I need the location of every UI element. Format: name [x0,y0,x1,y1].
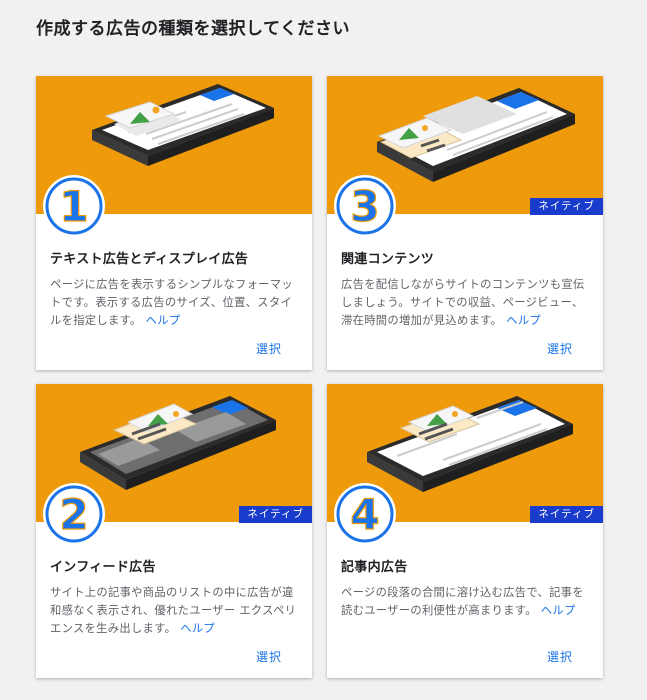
number-3-label: 3 [350,182,379,231]
card-description: 広告を配信しながらサイトのコンテンツも宣伝しましょう。サイトでの収益、ページビュ… [341,276,593,330]
ad-type-card-display[interactable]: 1 テキスト広告とディスプレイ広告 ページに広告を表示するシンプルなフォーマット… [36,76,312,370]
select-button[interactable]: 選択 [256,340,282,357]
number-3-badge: 3 [334,175,396,237]
help-link[interactable]: ヘルプ [541,604,576,617]
help-link[interactable]: ヘルプ [146,314,181,327]
card-title: 記事内広告 [341,560,408,575]
native-badge: ネイティブ [530,198,603,215]
ad-type-card-related-content[interactable]: ネイティブ 3 関連コンテンツ 広告を配信しながらサイトのコンテンツも宣伝しまし… [327,76,603,370]
number-2-label: 2 [59,490,88,539]
number-4-badge: 4 [334,483,396,545]
select-button[interactable]: 選択 [256,648,282,665]
card-title: テキスト広告とディスプレイ広告 [50,252,249,267]
card-title: 関連コンテンツ [341,252,435,267]
number-4-label: 4 [350,490,379,539]
number-1-badge: 1 [43,175,105,237]
card-description: サイト上の記事や商品のリストの中に広告が違和感なく表示され、優れたユーザー エク… [50,584,302,638]
ad-type-card-in-article[interactable]: ネイティブ 4 記事内広告 ページの段落の合間に溶け込む広告で、記事を読むユーザ… [327,384,603,678]
card-description: ページに広告を表示するシンプルなフォーマットです。表示する広告のサイズ、位置、ス… [50,276,302,330]
help-link[interactable]: ヘルプ [506,314,541,327]
description-text: サイト上の記事や商品のリストの中に広告が違和感なく表示され、優れたユーザー エク… [50,586,297,635]
number-2-badge: 2 [43,483,105,545]
card-description: ページの段落の合間に溶け込む広告で、記事を読むユーザーの利便性が高まります。 ヘル… [341,584,593,620]
page-title: 作成する広告の種類を選択してください [36,19,350,39]
number-1-label: 1 [59,182,88,231]
help-link[interactable]: ヘルプ [180,622,215,635]
ad-type-card-in-feed[interactable]: ネイティブ 2 インフィード広告 サイト上の記事や商品のリストの中に広告が違和感… [36,384,312,678]
native-badge: ネイティブ [239,506,312,523]
native-badge: ネイティブ [530,506,603,523]
select-button[interactable]: 選択 [547,648,573,665]
description-text: 広告を配信しながらサイトのコンテンツも宣伝しましょう。サイトでの収益、ページビュ… [341,278,585,327]
card-title: インフィード広告 [50,560,156,575]
select-button[interactable]: 選択 [547,340,573,357]
